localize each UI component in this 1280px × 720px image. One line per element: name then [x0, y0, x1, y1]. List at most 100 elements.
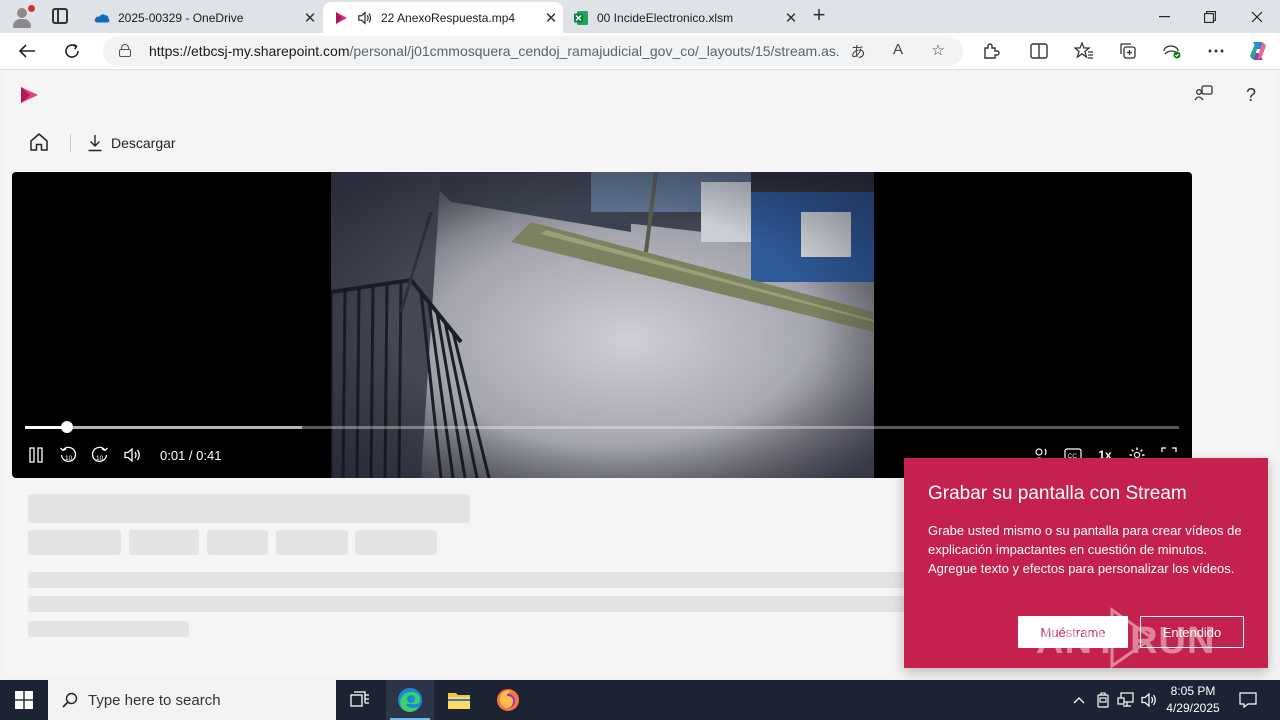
skeleton-chip	[207, 530, 268, 555]
seek-handle[interactable]	[60, 421, 73, 433]
task-view-icon	[350, 691, 369, 707]
tab-onedrive[interactable]: 2025-00329 - OneDrive ✕	[84, 2, 322, 33]
chevron-up-icon	[1073, 697, 1085, 704]
video-frame	[331, 172, 874, 478]
browser-essentials-icon[interactable]	[1157, 37, 1187, 65]
favorite-star-icon[interactable]: ☆	[927, 41, 949, 61]
browser-toolbar: https://etbcsj-my.sharepoint.com/persona…	[0, 33, 1280, 70]
tab-label: 22 AnexoRespuesta.mp4	[381, 10, 516, 25]
rewind-10-icon: 10	[60, 446, 77, 463]
taskbar-edge[interactable]	[386, 680, 434, 720]
popup-title: Grabar su pantalla con Stream	[928, 483, 1187, 504]
restore-button[interactable]	[1187, 0, 1233, 33]
time-display: 0:01 / 0:41	[160, 447, 222, 463]
search-icon	[62, 692, 78, 708]
url-text[interactable]: https://etbcsj-my.sharepoint.com/persona…	[149, 43, 839, 59]
clock-time: 8:05 PM	[1170, 684, 1216, 698]
translate-icon[interactable]: あ	[847, 41, 869, 61]
tab-label: 00 IncideElectronico.xlsm	[597, 10, 734, 25]
windows-taskbar: Type here to search 8:05 PM 4/29/2025	[0, 680, 1280, 720]
skeleton-line	[28, 572, 908, 588]
home-icon[interactable]	[28, 131, 52, 155]
command-bar: Descargar	[28, 129, 176, 157]
tab-actions-icon[interactable]	[52, 8, 68, 24]
got-it-button[interactable]: Entendido	[1140, 616, 1244, 648]
collections-icon[interactable]	[1113, 37, 1143, 65]
skeleton-chip	[129, 530, 199, 555]
skeleton-title	[28, 494, 470, 523]
skeleton-line	[28, 596, 908, 612]
show-hidden-icons[interactable]	[1068, 680, 1090, 720]
volume-icon	[124, 447, 140, 463]
help-icon[interactable]: ?	[1239, 83, 1263, 107]
speaker-icon[interactable]	[357, 10, 373, 26]
close-tab-icon[interactable]: ✕	[298, 9, 322, 27]
forward-10-icon: 10	[91, 446, 108, 463]
search-placeholder: Type here to search	[88, 691, 221, 709]
device-tray-icon[interactable]	[1092, 680, 1114, 720]
minimize-button[interactable]	[1141, 0, 1187, 33]
clock-date: 4/29/2025	[1166, 701, 1220, 715]
svg-text:10: 10	[96, 455, 104, 462]
download-button[interactable]: Descargar	[87, 134, 176, 152]
stream-logo-icon[interactable]	[18, 84, 40, 106]
more-menu-icon[interactable]	[1201, 37, 1231, 65]
close-window-button[interactable]	[1234, 0, 1280, 33]
lock-icon[interactable]	[119, 44, 131, 57]
close-tab-icon[interactable]: ✕	[779, 9, 803, 27]
popup-body: Grabe usted mismo o su pantalla para cre…	[928, 523, 1242, 576]
copilot-icon[interactable]	[1243, 37, 1273, 65]
read-aloud-icon[interactable]: A	[887, 41, 909, 61]
extensions-icon[interactable]	[976, 37, 1006, 65]
rewind-10-button[interactable]: 10	[58, 443, 78, 467]
seek-bar[interactable]	[25, 421, 1179, 433]
address-bar[interactable]: https://etbcsj-my.sharepoint.com/persona…	[103, 36, 963, 66]
download-label: Descargar	[111, 135, 176, 151]
feedback-icon[interactable]	[1192, 83, 1216, 107]
firefox-icon	[497, 689, 519, 711]
svg-text:10: 10	[65, 455, 73, 462]
download-icon	[88, 135, 102, 152]
tab-excel[interactable]: 00 IncideElectronico.xlsm ✕	[563, 2, 803, 33]
task-view-button[interactable]	[336, 680, 384, 720]
skeleton-line	[28, 621, 189, 637]
profile-avatar-icon[interactable]	[10, 5, 35, 29]
split-screen-icon[interactable]	[1024, 37, 1054, 65]
browser-tab-strip: 2025-00329 - OneDrive ✕ 22 AnexoRespuest…	[0, 0, 1280, 33]
divider	[70, 134, 71, 152]
show-me-button[interactable]: Muéstrame	[1018, 616, 1128, 648]
folder-icon	[448, 693, 470, 709]
skeleton-chip	[28, 530, 121, 555]
tab-stream-video[interactable]: 22 AnexoRespuesta.mp4 ✕	[323, 2, 563, 33]
refresh-button[interactable]	[57, 37, 87, 65]
speaker-icon	[1141, 692, 1156, 708]
forward-10-button[interactable]: 10	[90, 443, 110, 467]
video-player[interactable]: 10 10 0:01 / 0:41 CC 1x	[12, 172, 1192, 478]
skeleton-chip	[355, 530, 437, 555]
usb-device-icon	[1097, 692, 1109, 708]
windows-logo-icon	[15, 691, 33, 709]
taskbar-search[interactable]: Type here to search	[48, 680, 336, 720]
stream-icon	[333, 10, 349, 26]
network-icon	[1117, 692, 1134, 707]
taskbar-file-explorer[interactable]	[435, 680, 483, 720]
new-tab-button[interactable]: +	[808, 3, 830, 29]
close-tab-icon[interactable]: ✕	[539, 9, 563, 27]
pause-button[interactable]	[26, 443, 46, 467]
notifications-button[interactable]	[1234, 680, 1262, 720]
excel-icon	[573, 10, 589, 26]
start-button[interactable]	[0, 680, 48, 720]
network-icon[interactable]	[1115, 680, 1137, 720]
pause-icon	[29, 447, 43, 463]
volume-button[interactable]	[122, 443, 144, 467]
notification-icon	[1239, 692, 1257, 708]
onedrive-icon	[94, 10, 110, 26]
tab-label: 2025-00329 - OneDrive	[118, 10, 244, 25]
skeleton-chip	[276, 530, 348, 555]
taskbar-firefox[interactable]	[484, 680, 532, 720]
taskbar-clock[interactable]: 8:05 PM 4/29/2025	[1158, 683, 1228, 717]
favorites-icon[interactable]	[1069, 37, 1099, 65]
stream-record-popup: Grabar su pantalla con Stream Grabe uste…	[904, 458, 1268, 668]
edge-icon	[398, 688, 422, 712]
back-button[interactable]	[12, 37, 42, 65]
